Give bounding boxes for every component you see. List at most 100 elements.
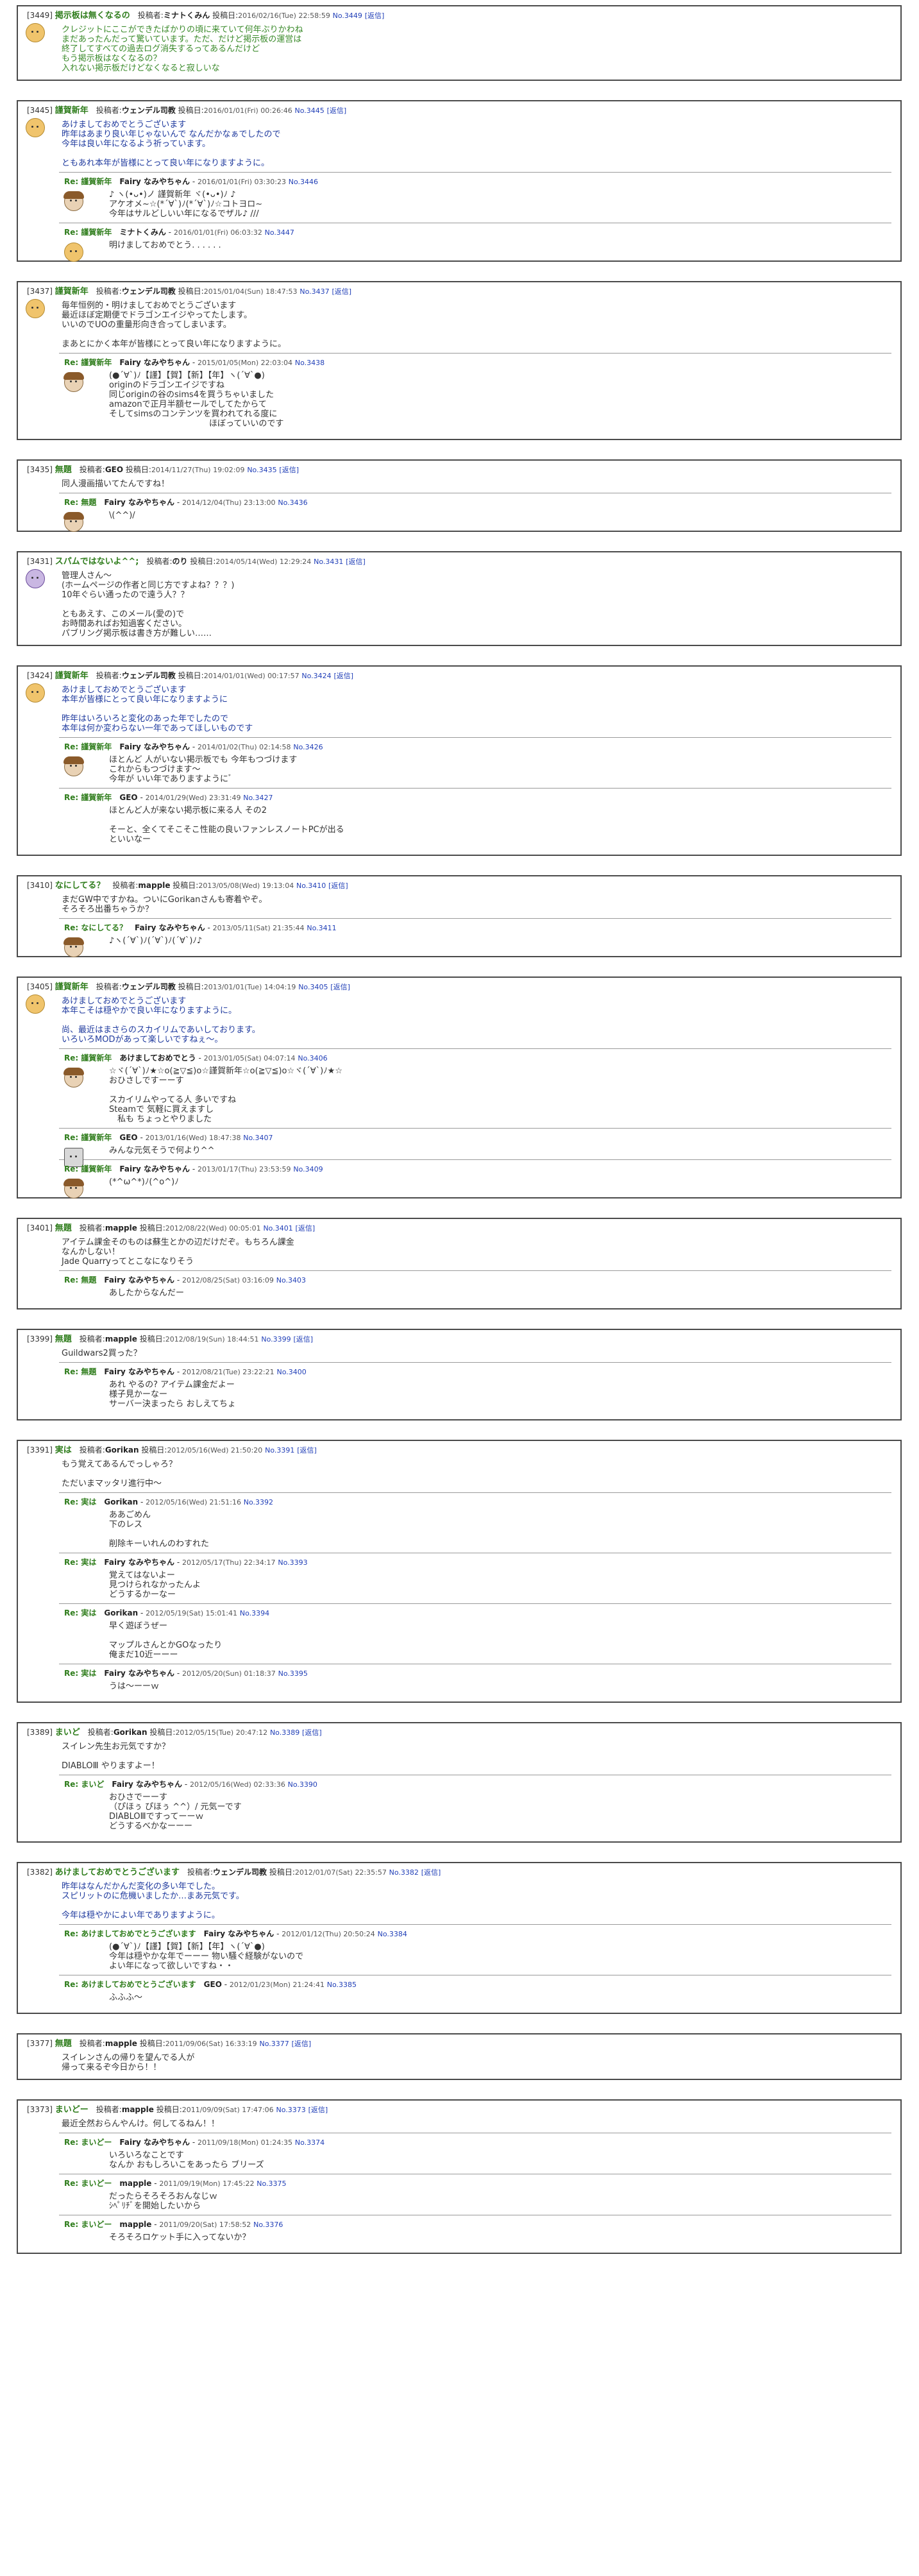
reply-date: 2013/01/17(Thu) 23:53:59	[197, 1165, 291, 1173]
reply-link[interactable]: [返信]	[279, 466, 299, 474]
reply-item: Re: まいどー Fairy なみやちゃん - 2011/09/18(Mon) …	[59, 2137, 891, 2174]
post-no-link[interactable]: No.3377	[259, 2040, 289, 2048]
post-number: [3435]	[27, 465, 53, 474]
reply-date: 2016/01/01(Fri) 03:30:23	[197, 178, 286, 186]
post-author: GEO	[105, 465, 124, 474]
reply-body: (●´∀`)ﾉ【謹】【賀】【新】【年】ヽ(´∀`●) 今年は穏やかな年でーーー …	[109, 1942, 304, 1971]
post-header: [3435] 無題 投稿者:GEO 投稿日:2014/11/27(Thu) 19…	[27, 465, 891, 475]
reply-divider	[59, 1159, 891, 1160]
reply-no-link[interactable]: No.3393	[278, 1558, 307, 1567]
post-body: 毎年恒例的・明けましておめでとうございます 最近ほぼ定期便でドラゴンエイジやって…	[62, 301, 286, 349]
reply-subject: Re: 無題	[64, 498, 97, 507]
post-body: あけましておめでとうございます 本年こそは穏やかで良い年になりますように。 尚、…	[62, 996, 260, 1045]
post-date: 2012/01/07(Sat) 22:35:57	[294, 1868, 387, 1877]
reply-date: 2012/05/16(Wed) 02:33:36	[189, 1780, 285, 1789]
reply-author: Fairy なみやちゃん	[203, 1929, 274, 1938]
reply-link[interactable]: [返信]	[308, 2106, 328, 2114]
reply-link[interactable]: [返信]	[365, 12, 385, 20]
post-subject: 謹賀新年	[55, 106, 89, 115]
poster-label: 投稿者:	[96, 106, 122, 115]
post-thread: [3424] 謹賀新年 投稿者:ウェンデル司教 投稿日:2014/01/01(W…	[17, 665, 902, 856]
post-no-link[interactable]: No.3373	[276, 2106, 305, 2114]
post-no-link[interactable]: No.3437	[299, 287, 329, 296]
reply-no-link[interactable]: No.3403	[276, 1276, 306, 1284]
post-no-link[interactable]: No.3445	[295, 107, 325, 115]
reply-no-link[interactable]: No.3436	[278, 499, 307, 507]
post-thread: [3410] なにしてる？ 投稿者:mapple 投稿日:2013/05/08(…	[17, 875, 902, 957]
reply-body: あしたからなんだー	[109, 1288, 185, 1298]
reply-subject: Re: まいど	[64, 1780, 105, 1789]
reply-link[interactable]: [返信]	[292, 2040, 312, 2048]
reply-no-link[interactable]: No.3407	[243, 1134, 273, 1142]
reply-no-link[interactable]: No.3395	[278, 1669, 308, 1678]
reply-no-link[interactable]: No.3406	[298, 1054, 327, 1062]
reply-list: Re: あけましておめでとうございます Fairy なみやちゃん - 2012/…	[59, 1924, 891, 2002]
post-no-link[interactable]: No.3431	[314, 558, 343, 566]
post-date: 2012/08/19(Sun) 18:44:51	[165, 1335, 259, 1343]
reply-link[interactable]: [返信]	[332, 287, 351, 296]
reply-link[interactable]: [返信]	[297, 1446, 317, 1454]
post-date: 2016/02/16(Tue) 22:58:59	[238, 12, 330, 20]
reply-no-link[interactable]: No.3384	[378, 1930, 407, 1938]
post-body: Guildwars2買った？	[62, 1349, 142, 1358]
posted-label: 投稿日:	[178, 287, 204, 296]
post-no-link[interactable]: No.3391	[265, 1446, 294, 1454]
post-no-link[interactable]: No.3389	[270, 1728, 299, 1737]
reply-no-link[interactable]: No.3385	[327, 1981, 357, 1989]
reply-no-link[interactable]: No.3411	[307, 924, 336, 932]
reply-no-link[interactable]: No.3409	[293, 1165, 323, 1173]
post-no-link[interactable]: No.3405	[298, 983, 328, 991]
reply-date: 2014/01/29(Wed) 23:31:49	[145, 794, 241, 802]
post-no-link[interactable]: No.3435	[247, 466, 276, 474]
post-no-link[interactable]: No.3424	[301, 672, 331, 680]
posted-label: 投稿日:	[178, 106, 204, 115]
post-header: [3410] なにしてる？ 投稿者:mapple 投稿日:2013/05/08(…	[27, 880, 891, 891]
post-no-link[interactable]: No.3382	[389, 1868, 419, 1877]
reply-author: Gorikan	[104, 1497, 139, 1506]
posted-label: 投稿日:	[190, 557, 216, 566]
reply-no-link[interactable]: No.3390	[288, 1780, 317, 1789]
post-no-link[interactable]: No.3401	[263, 1224, 292, 1233]
post-subject: 謹賀新年	[55, 671, 89, 681]
reply-header: Re: まいどー mapple - 2011/09/19(Mon) 17:45:…	[64, 2179, 287, 2188]
reply-author: GEO	[119, 1133, 138, 1142]
post-number: [3431]	[27, 557, 53, 566]
reply-no-link[interactable]: No.3438	[295, 359, 325, 367]
reply-list: Re: なにしてる？ Fairy なみやちゃん - 2013/05/11(Sat…	[59, 918, 891, 957]
reply-no-link[interactable]: No.3447	[265, 228, 294, 237]
reply-no-link[interactable]: No.3426	[293, 743, 323, 751]
posted-label: 投稿日:	[173, 881, 199, 890]
reply-subject: Re: 実は	[64, 1608, 97, 1617]
reply-link[interactable]: [返信]	[296, 1224, 316, 1233]
reply-item: Re: 謹賀新年 Fairy なみやちゃん - 2015/01/05(Mon) …	[59, 357, 891, 429]
reply-no-link[interactable]: No.3392	[244, 1498, 273, 1506]
reply-link[interactable]: [返信]	[330, 983, 350, 991]
reply-link[interactable]: [返信]	[334, 672, 354, 680]
post-date: 2014/01/01(Wed) 00:17:57	[203, 672, 299, 680]
post-date: 2015/01/04(Sun) 18:47:53	[203, 287, 298, 296]
reply-no-link[interactable]: No.3427	[243, 794, 273, 802]
reply-link[interactable]: [返信]	[421, 1868, 441, 1877]
post-no-link[interactable]: No.3449	[333, 12, 362, 20]
post-number: [3445]	[27, 106, 53, 115]
reply-author: あけましておめでとう	[119, 1053, 196, 1062]
poster-label: 投稿者:	[79, 1224, 105, 1233]
reply-no-link[interactable]: No.3375	[257, 2179, 286, 2188]
reply-link[interactable]: [返信]	[328, 882, 348, 890]
reply-no-link[interactable]: No.3446	[289, 178, 318, 186]
reply-link[interactable]: [返信]	[302, 1728, 322, 1737]
reply-no-link[interactable]: No.3376	[253, 2221, 283, 2229]
post-no-link[interactable]: No.3410	[296, 882, 326, 890]
reply-item: Re: 謹賀新年 GEO - 2013/01/16(Wed) 18:47:38 …	[59, 1132, 891, 1167]
reply-no-link[interactable]: No.3400	[276, 1368, 306, 1376]
reply-body: ほとんど 人がいない掲示板でも 今年もつづけます これからもつづけます～ 今年が…	[109, 755, 298, 784]
reply-link[interactable]: [返信]	[293, 1335, 313, 1343]
reply-link[interactable]: [返信]	[327, 107, 347, 115]
reply-no-link[interactable]: No.3374	[295, 2138, 325, 2147]
posted-label: 投稿日:	[139, 2039, 165, 2048]
reply-no-link[interactable]: No.3394	[240, 1609, 269, 1617]
reply-link[interactable]: [返信]	[346, 558, 366, 566]
post-author: mapple	[138, 881, 171, 890]
post-no-link[interactable]: No.3399	[261, 1335, 291, 1343]
reply-body: ふふふ～	[109, 1993, 143, 2002]
